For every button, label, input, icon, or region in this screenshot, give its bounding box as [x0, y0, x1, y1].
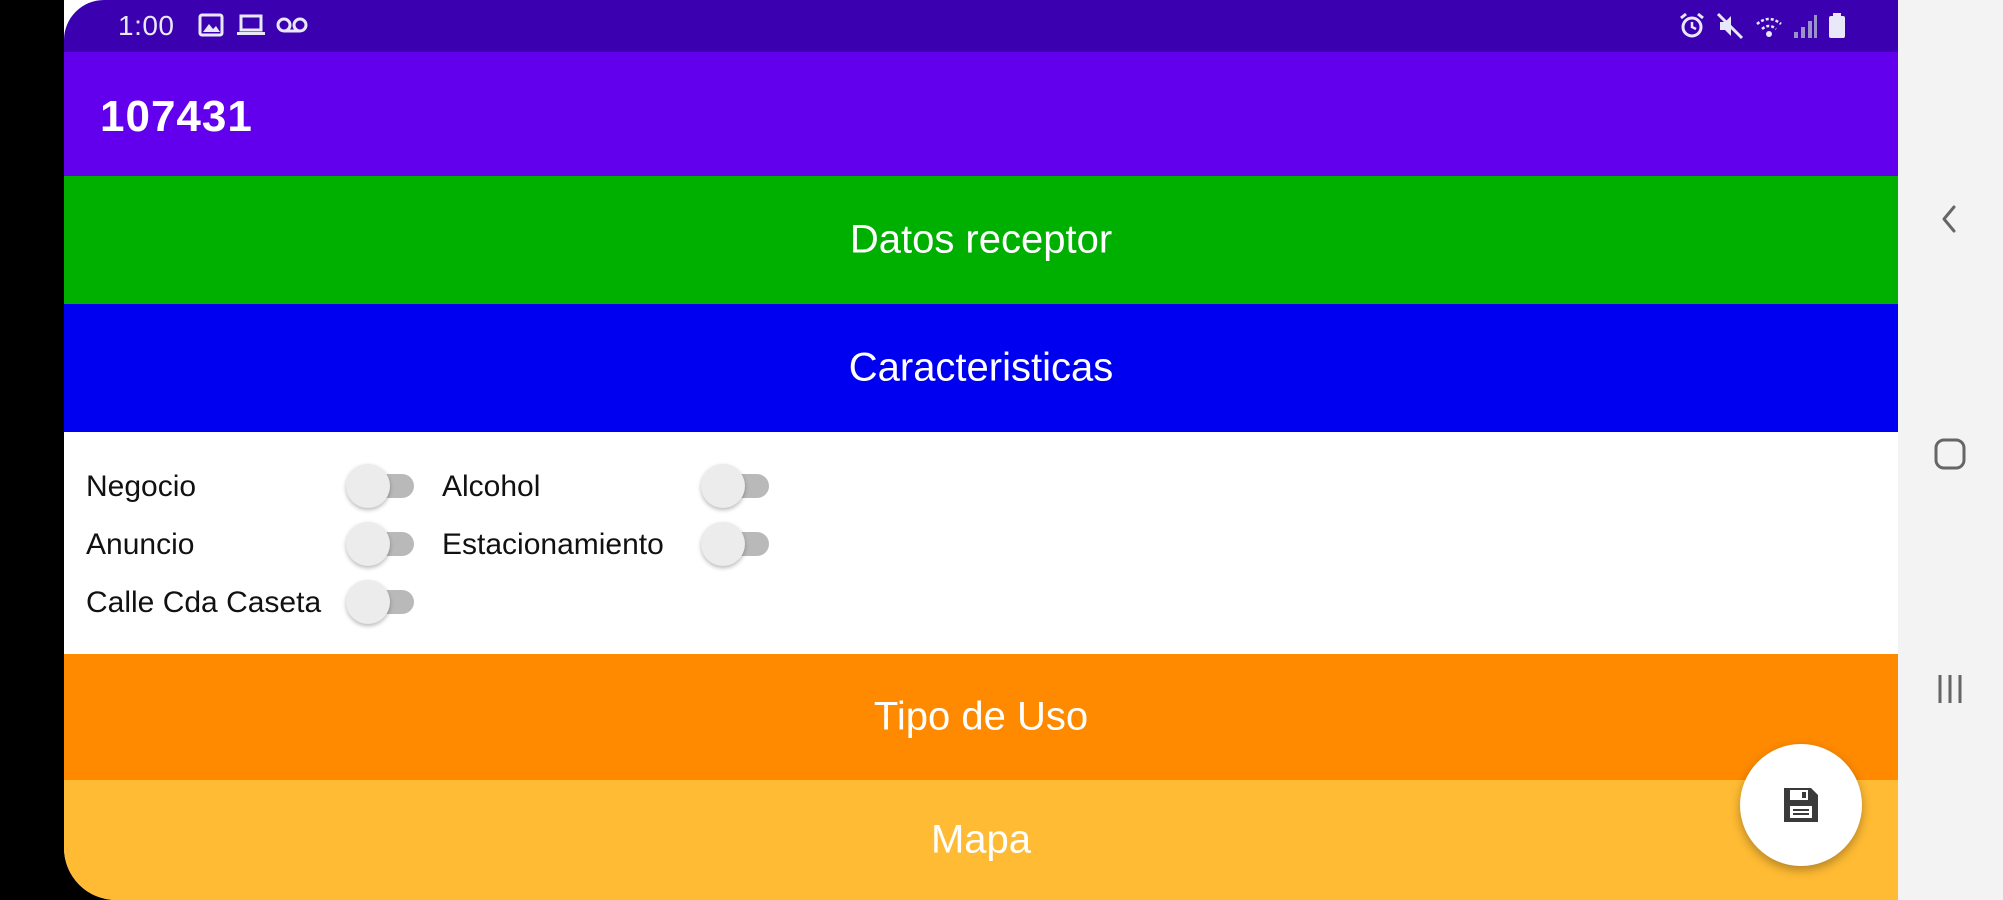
section-datos-receptor[interactable]: Datos receptor [64, 176, 1898, 304]
wifi-calling-icon [1756, 17, 1782, 37]
toggle-calle-cda-caseta[interactable] [346, 578, 414, 626]
app-bar-title: 107431 [100, 92, 253, 141]
app-bar: 107431 [64, 52, 1898, 176]
toggle-label-alcohol: Alcohol [442, 470, 541, 503]
battery-icon [1829, 13, 1845, 38]
switch-thumb [346, 464, 390, 508]
section-caracteristicas[interactable]: Caracteristicas [64, 304, 1898, 432]
save-fab[interactable] [1740, 744, 1862, 866]
nav-home-button[interactable] [1918, 422, 1982, 486]
toggle-label-negocio: Negocio [86, 470, 197, 503]
alarm-icon [1680, 12, 1704, 38]
section-tipo-de-uso-label: Tipo de Uso [873, 694, 1089, 739]
voicemail-icon [276, 17, 308, 33]
signal-icon [1794, 15, 1817, 38]
section-tipo-de-uso[interactable]: Tipo de Uso [64, 654, 1898, 780]
switch-thumb [346, 580, 390, 624]
section-mapa[interactable]: Mapa [64, 780, 1898, 900]
toggle-estacionamiento[interactable] [701, 520, 769, 568]
app-screen: 1:00 107431 Datos receptor Caracteristic… [64, 0, 1898, 900]
section-datos-receptor-label: Datos receptor [849, 217, 1113, 262]
laptop-icon [237, 14, 265, 35]
save-icon [1784, 788, 1818, 822]
nav-recent-apps-button[interactable] [1918, 657, 1982, 721]
section-mapa-label: Mapa [930, 817, 1032, 862]
status-time: 1:00 [118, 10, 175, 41]
toggle-alcohol[interactable] [701, 462, 769, 510]
recent-apps-icon [1938, 675, 1962, 703]
system-nav-bar [1898, 0, 2003, 900]
mute-icon [1716, 12, 1744, 40]
nav-back-button[interactable] [1918, 187, 1982, 251]
image-icon [198, 13, 224, 37]
switch-thumb [701, 522, 745, 566]
section-caracteristicas-label: Caracteristicas [848, 345, 1114, 390]
toggle-anuncio[interactable] [346, 520, 414, 568]
toggle-label-estacionamiento: Estacionamiento [442, 528, 664, 561]
device-frame: 1:00 107431 Datos receptor Caracteristic… [0, 0, 2003, 900]
switch-thumb [701, 464, 745, 508]
toggle-label-anuncio: Anuncio [86, 528, 195, 561]
toggle-negocio[interactable] [346, 462, 414, 510]
home-icon [1934, 438, 1966, 470]
toggle-label-calle-cda-caseta: Calle Cda Caseta [86, 586, 322, 619]
switch-thumb [346, 522, 390, 566]
caracteristicas-panel: Negocio Alcohol Anuncio Estacionamiento … [64, 432, 1898, 654]
status-bar: 1:00 [64, 0, 1898, 52]
back-icon [1942, 205, 1956, 233]
